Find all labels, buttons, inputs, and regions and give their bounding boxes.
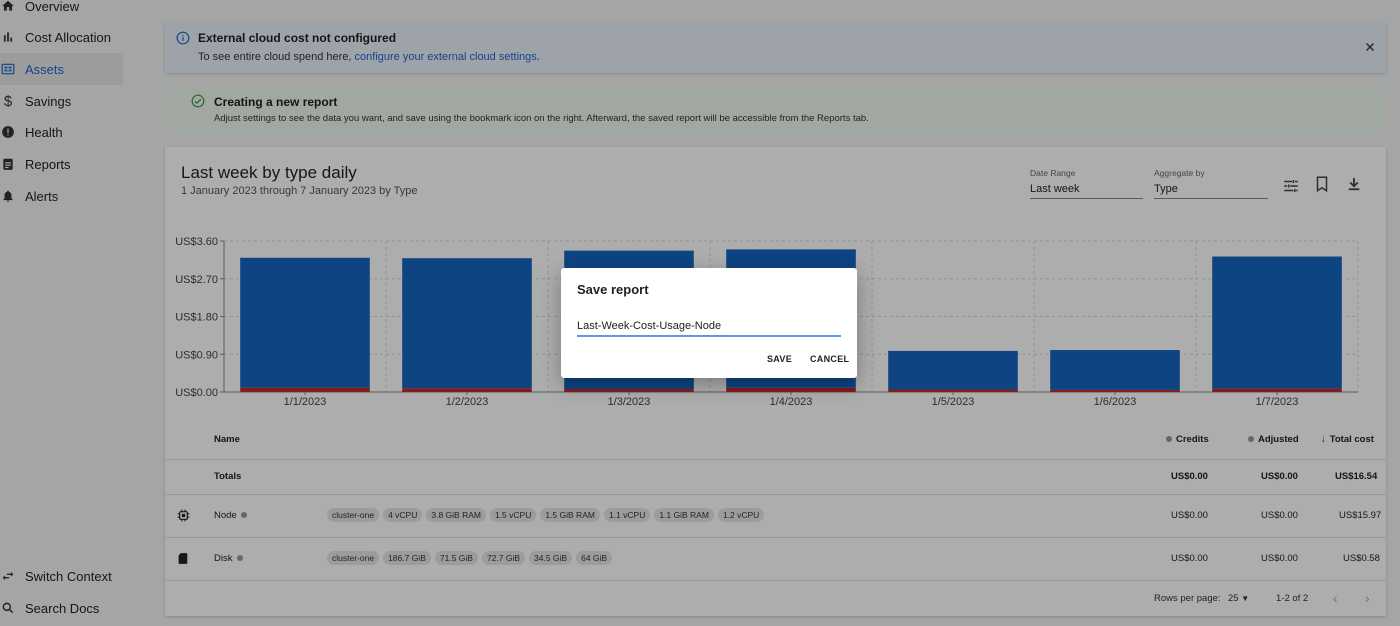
dialog-title: Save report (577, 282, 649, 297)
report-name-input[interactable] (577, 320, 841, 337)
cancel-button[interactable]: CANCEL (810, 354, 849, 364)
save-report-dialog: Save report SAVE CANCEL (561, 268, 857, 378)
save-button[interactable]: SAVE (767, 354, 792, 364)
